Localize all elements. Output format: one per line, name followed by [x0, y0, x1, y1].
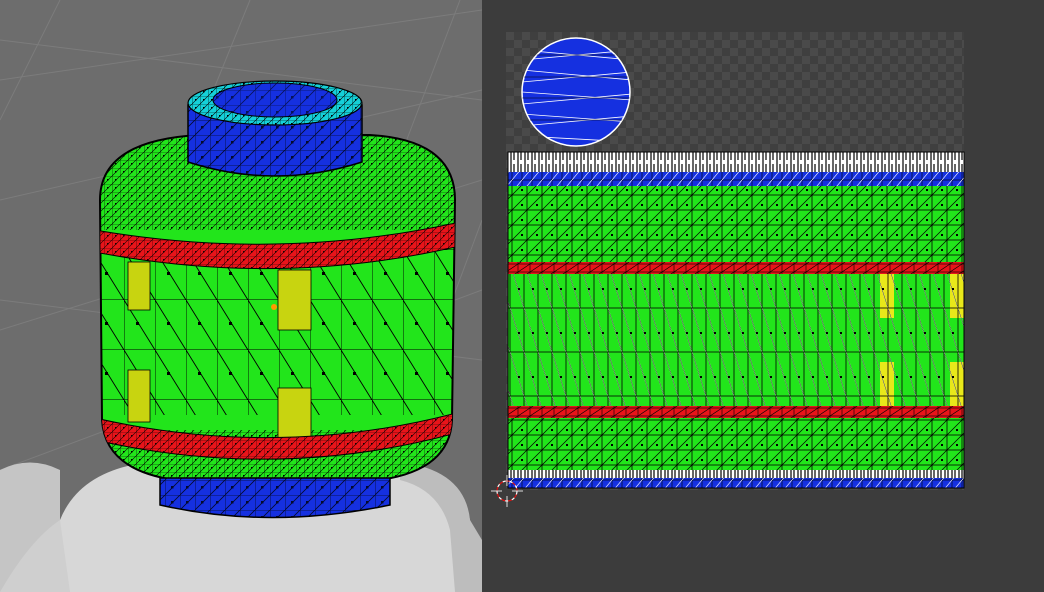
uv-editor[interactable] [482, 0, 1044, 592]
3d-viewport[interactable] [0, 0, 482, 592]
head-mesh[interactable] [90, 130, 470, 490]
head-stud[interactable] [187, 80, 363, 177]
uv-island-head[interactable] [507, 151, 965, 489]
neck-bottom-ring[interactable] [159, 477, 391, 519]
uv-canvas[interactable] [482, 0, 1044, 592]
viewport-canvas[interactable] [0, 0, 482, 592]
uv-island-stud[interactable] [521, 37, 632, 147]
